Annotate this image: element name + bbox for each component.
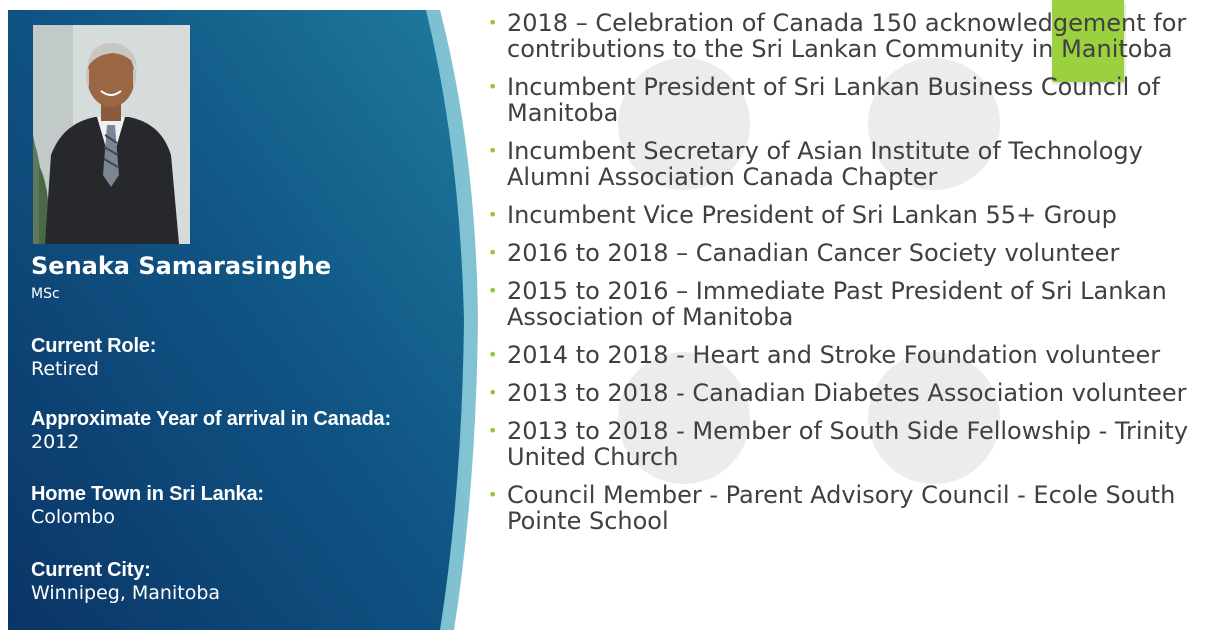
bullet-icon: • — [488, 345, 498, 364]
field-label: Current Role: — [31, 335, 157, 357]
list-item-text: 2014 to 2018 - Heart and Stroke Foundati… — [507, 341, 1161, 369]
bullet-icon: • — [488, 383, 498, 402]
list-item-text: Incumbent Secretary of Asian Institute o… — [507, 137, 1143, 191]
field-value: Colombo — [31, 506, 115, 528]
bullet-icon: • — [488, 485, 498, 504]
bullet-icon: • — [488, 13, 498, 32]
bullet-icon: • — [488, 141, 498, 160]
bullet-icon: • — [488, 77, 498, 96]
list-item: • 2015 to 2016 – Immediate Past President… — [488, 278, 1204, 330]
list-item: • 2013 to 2018 - Member of South Side Fel… — [488, 418, 1204, 470]
list-item: • 2016 to 2018 – Canadian Cancer Society … — [488, 240, 1204, 266]
list-item: • Council Member - Parent Advisory Counci… — [488, 482, 1204, 534]
list-item: • 2013 to 2018 - Canadian Diabetes Associ… — [488, 380, 1204, 406]
profile-degree: MSc — [31, 286, 60, 302]
list-item: • Incumbent President of Sri Lankan Busin… — [488, 74, 1204, 126]
bullet-icon: • — [488, 205, 498, 224]
list-item-text: Council Member - Parent Advisory Council… — [507, 481, 1176, 535]
field-label: Approximate Year of arrival in Canada: — [31, 408, 391, 430]
field-arrival-year: Approximate Year of arrival in Canada: 2… — [31, 408, 391, 454]
profile-name: Senaka Samarasinghe — [31, 252, 332, 280]
list-item-text: 2016 to 2018 – Canadian Cancer Society v… — [507, 239, 1120, 267]
field-home-town: Home Town in Sri Lanka: Colombo — [31, 483, 264, 529]
bullet-icon: • — [488, 243, 498, 262]
field-current-city: Current City: Winnipeg, Manitoba — [31, 559, 220, 605]
field-value: Retired — [31, 358, 99, 380]
field-label: Home Town in Sri Lanka: — [31, 483, 264, 505]
list-item-text: 2013 to 2018 - Canadian Diabetes Associa… — [507, 379, 1187, 407]
list-item-text: Incumbent President of Sri Lankan Busine… — [507, 73, 1160, 127]
field-current-role: Current Role: Retired — [31, 335, 156, 381]
list-item-text: 2015 to 2016 – Immediate Past President … — [507, 277, 1167, 331]
field-label: Current City: — [31, 559, 151, 581]
list-item: • 2014 to 2018 - Heart and Stroke Foundat… — [488, 342, 1204, 368]
list-item: • 2018 – Celebration of Canada 150 acknow… — [488, 10, 1204, 62]
list-item-text: Incumbent Vice President of Sri Lankan 5… — [507, 201, 1117, 229]
achievements-list: • 2018 – Celebration of Canada 150 acknow… — [488, 10, 1204, 546]
field-value: Winnipeg, Manitoba — [31, 582, 221, 604]
bullet-icon: • — [488, 421, 498, 440]
list-item-text: 2013 to 2018 - Member of South Side Fell… — [507, 417, 1189, 471]
bullet-icon: • — [488, 281, 498, 300]
profile-info: Senaka Samarasinghe MSc Current Role: Re… — [31, 251, 471, 604]
profile-photo — [33, 25, 190, 244]
list-item-text: 2018 – Celebration of Canada 150 acknowl… — [507, 9, 1187, 63]
field-value: 2012 — [31, 431, 80, 453]
profile-panel: Senaka Samarasinghe MSc Current Role: Re… — [8, 10, 482, 630]
list-item: • Incumbent Vice President of Sri Lankan … — [488, 202, 1204, 228]
list-item: • Incumbent Secretary of Asian Institute … — [488, 138, 1204, 190]
